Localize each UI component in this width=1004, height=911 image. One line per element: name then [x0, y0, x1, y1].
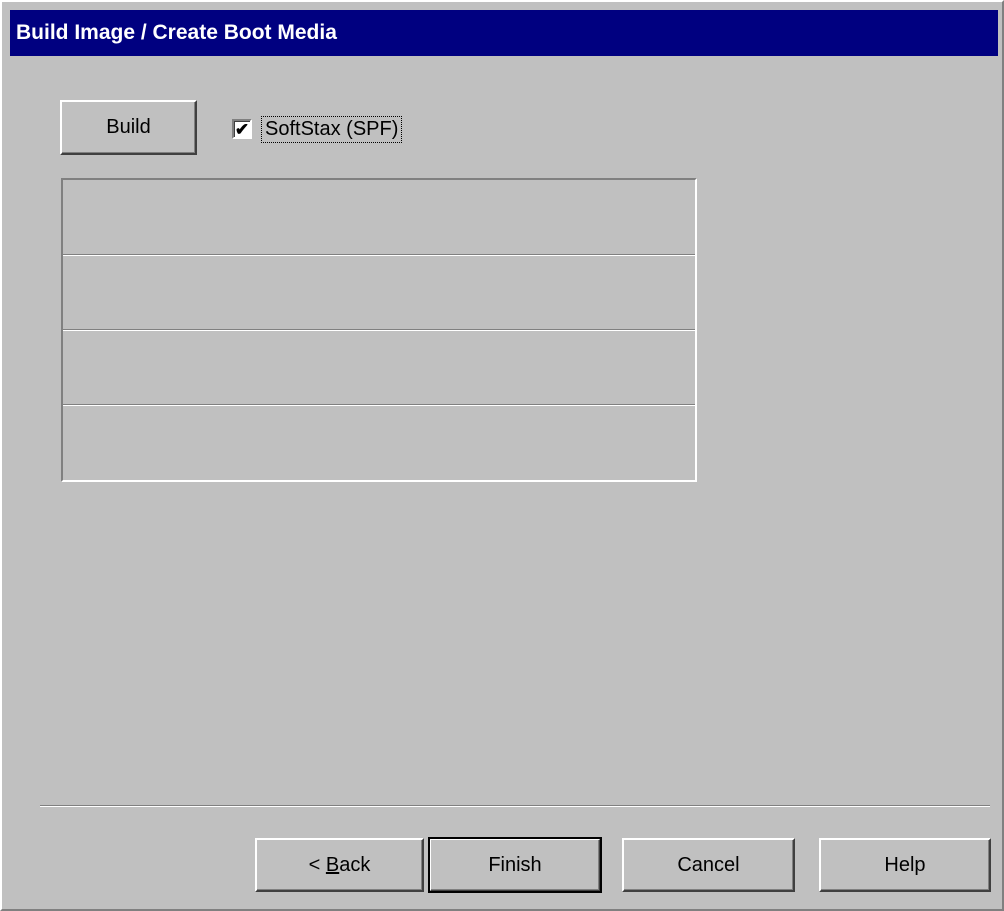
- help-button[interactable]: Help: [819, 838, 991, 892]
- media-list: [61, 178, 697, 482]
- softstax-checkbox-label[interactable]: SoftStax (SPF): [260, 115, 403, 143]
- finish-button[interactable]: Finish: [428, 837, 602, 893]
- checkbox-checked-icon[interactable]: ✔: [232, 119, 252, 139]
- list-row[interactable]: [63, 255, 695, 330]
- finish-button-label: Finish: [488, 853, 542, 876]
- list-row[interactable]: [63, 180, 695, 255]
- build-button[interactable]: Build: [60, 100, 197, 155]
- cancel-button-label: Cancel: [677, 853, 740, 876]
- wizard-window: Build Image / Create Boot Media Build ✔ …: [0, 0, 1004, 911]
- cancel-button[interactable]: Cancel: [622, 838, 795, 892]
- window-title: Build Image / Create Boot Media: [16, 21, 337, 44]
- back-button[interactable]: < Back: [255, 838, 424, 892]
- footer-divider: [40, 805, 990, 807]
- list-row[interactable]: [63, 405, 695, 480]
- title-bar: Build Image / Create Boot Media: [10, 10, 998, 56]
- build-button-label: Build: [106, 116, 151, 138]
- help-button-label: Help: [884, 853, 926, 876]
- list-row[interactable]: [63, 330, 695, 405]
- softstax-checkbox[interactable]: ✔ SoftStax (SPF): [232, 112, 403, 146]
- back-button-label: < Back: [308, 853, 371, 876]
